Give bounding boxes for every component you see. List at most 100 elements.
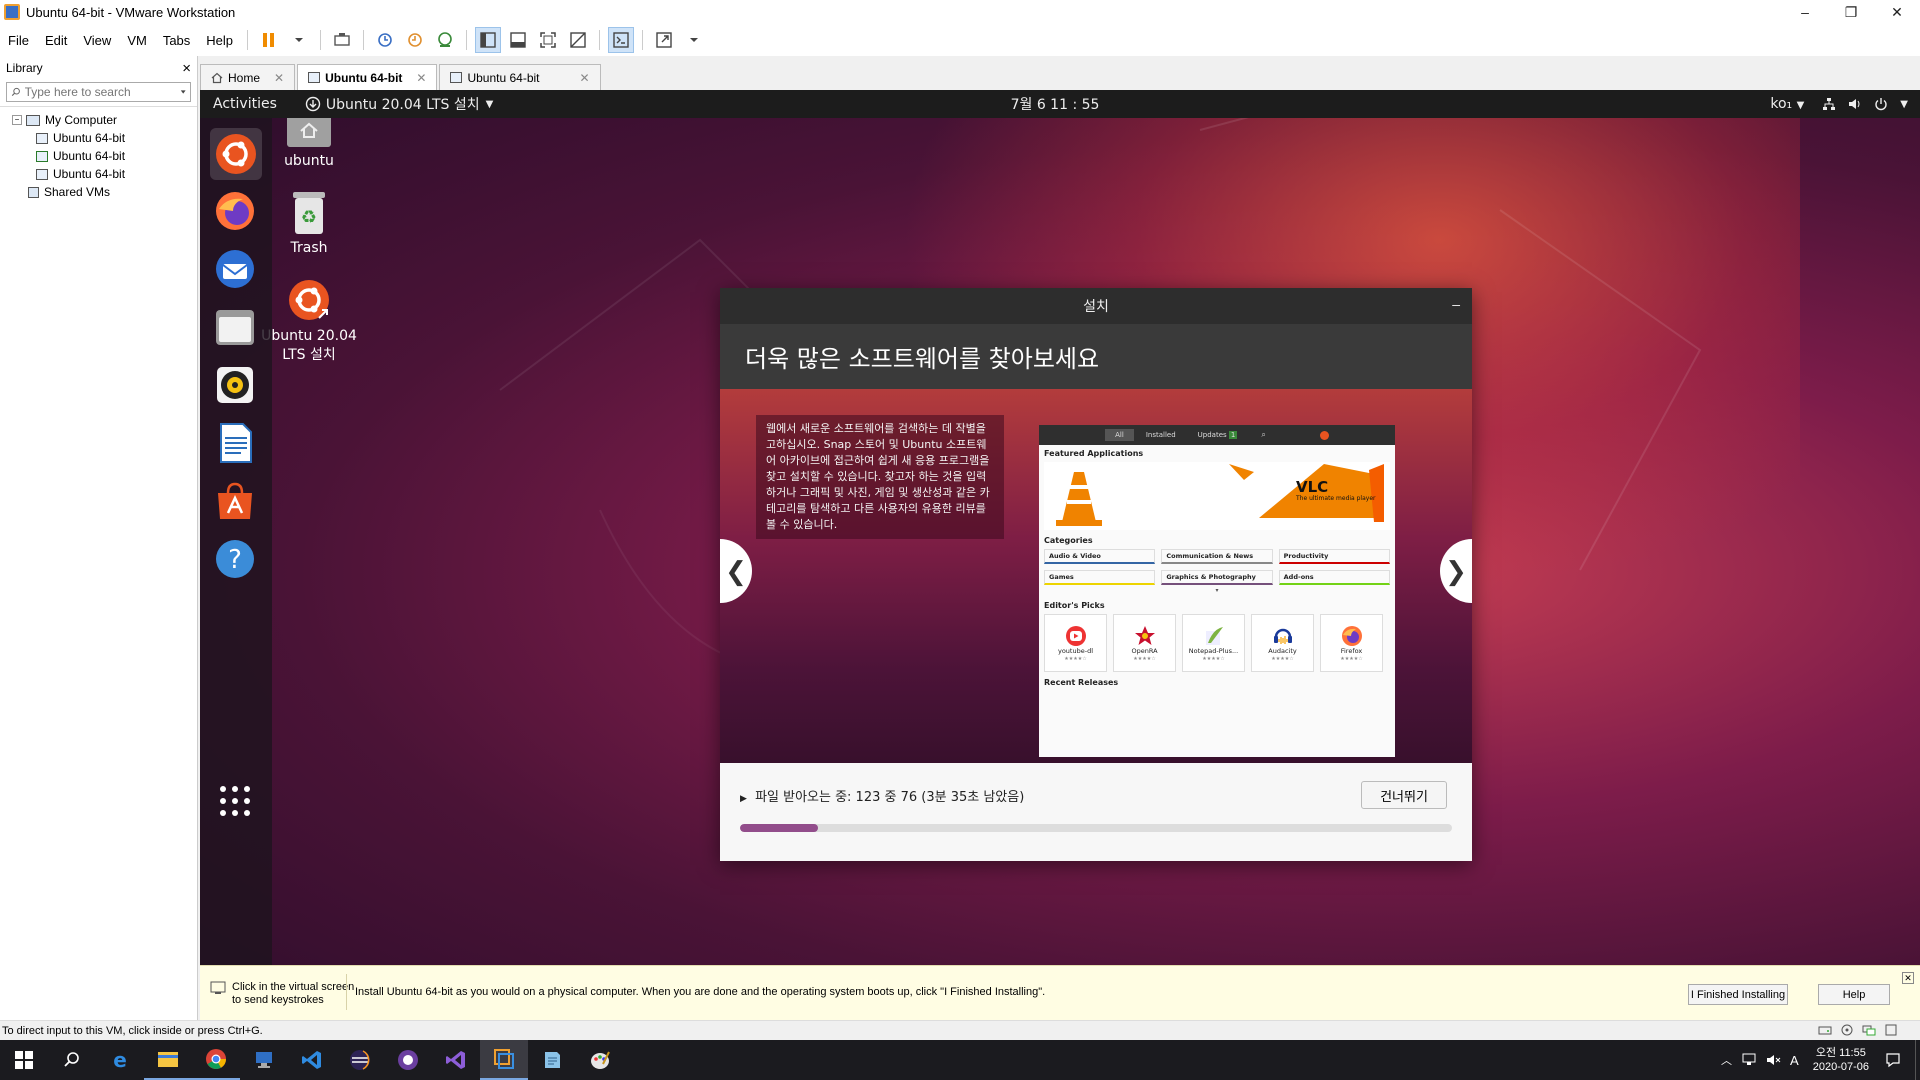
vmware-icon (494, 1049, 514, 1069)
menu-view[interactable]: View (75, 33, 119, 48)
taskbar-remote-desktop[interactable] (240, 1040, 288, 1080)
app-menu[interactable]: Ubuntu 20.04 LTS 설치 ▼ (305, 94, 493, 114)
restore-button[interactable]: ❐ (1828, 0, 1874, 24)
library-search[interactable] (6, 82, 191, 102)
slide-next-button[interactable]: ❯ (1440, 539, 1472, 603)
download-status[interactable]: ▶ 파일 받아오는 중: 123 중 76 (3분 35초 남았음) (740, 786, 1024, 805)
unity-button[interactable] (565, 27, 591, 53)
tree-item-my-computer[interactable]: − My Computer (0, 111, 197, 129)
network-adapter-icon[interactable] (1862, 1024, 1876, 1036)
tab-home[interactable]: Home ✕ (200, 64, 296, 90)
taskbar-vscode[interactable] (288, 1040, 336, 1080)
network-wired-icon (1823, 98, 1836, 110)
taskbar-screen-recorder[interactable] (384, 1040, 432, 1080)
system-tray: ︿ A 오전 11:55 2020-07-06 (1721, 1040, 1920, 1080)
menu-edit[interactable]: Edit (37, 33, 75, 48)
help-button[interactable]: Help (1818, 984, 1890, 1005)
download-progress-bar (740, 824, 1452, 832)
dock-files[interactable] (210, 302, 260, 352)
taskbar-paint[interactable] (576, 1040, 624, 1080)
taskbar-notepad[interactable] (528, 1040, 576, 1080)
dock-writer[interactable] (210, 418, 260, 468)
power-dropdown-button[interactable] (286, 27, 312, 53)
status-bar: To direct input to this VM, click inside… (0, 1020, 1920, 1040)
send-ctrl-alt-del-button[interactable] (329, 27, 355, 53)
full-screen-button[interactable] (535, 27, 561, 53)
close-button[interactable]: ✕ (1874, 0, 1920, 24)
finished-installing-button[interactable]: I Finished Installing (1688, 984, 1788, 1005)
tray-overflow-icon[interactable]: ︿ (1721, 1052, 1732, 1068)
library-close-button[interactable]: × (182, 60, 191, 77)
start-button[interactable] (0, 1040, 48, 1080)
hint-close-button[interactable]: ✕ (1902, 972, 1914, 984)
taskbar-clock[interactable]: 오전 11:55 2020-07-06 (1813, 1046, 1869, 1074)
dock-installer[interactable] (210, 128, 262, 180)
snapshot-manager-button[interactable] (432, 27, 458, 53)
volume-muted-icon[interactable] (1766, 1053, 1782, 1067)
input-method-indicator[interactable]: ko₁ ▼ (1770, 96, 1804, 112)
tree-item-vm[interactable]: Ubuntu 64-bit (0, 165, 197, 183)
menu-file[interactable]: File (0, 33, 37, 48)
vm-screen[interactable]: Activities Ubuntu 20.04 LTS 설치 ▼ 7월 6 11… (200, 90, 1920, 965)
thumbnail-bar-button[interactable] (505, 27, 531, 53)
taskbar-edge[interactable]: e (96, 1040, 144, 1080)
tree-label: Shared VMs (44, 185, 111, 199)
gnome-clock[interactable]: 7월 6 11 : 55 (1011, 94, 1100, 114)
dock-thunderbird[interactable] (210, 244, 260, 294)
collapse-icon[interactable]: − (12, 115, 22, 125)
message-log-icon[interactable] (1884, 1024, 1898, 1036)
dock-show-applications[interactable] (210, 776, 260, 826)
tree-item-shared-vms[interactable]: Shared VMs (0, 183, 197, 201)
tab-ubuntu-active[interactable]: Ubuntu 64-bit ✕ (297, 64, 438, 90)
stretch-guest-button[interactable] (651, 27, 677, 53)
status-menu[interactable]: ▼ (1822, 97, 1908, 111)
activities-button[interactable]: Activities (213, 96, 277, 112)
slide-prev-button[interactable]: ❮ (720, 539, 752, 603)
show-library-button[interactable] (475, 27, 502, 53)
taskbar-vmware[interactable] (480, 1040, 528, 1080)
taskbar-chrome[interactable] (192, 1040, 240, 1080)
skip-button[interactable]: 건너뛰기 (1361, 781, 1447, 809)
console-view-button[interactable] (608, 27, 635, 53)
taskbar-time: 오전 11:55 (1815, 1047, 1866, 1059)
taskbar-eclipse[interactable] (336, 1040, 384, 1080)
tab-close-icon[interactable]: ✕ (580, 71, 590, 85)
chevron-down-icon: ▼ (1900, 98, 1908, 110)
expander-arrow-icon[interactable]: ▶ (740, 794, 747, 804)
network-icon[interactable] (1742, 1053, 1758, 1067)
dock-software[interactable] (210, 476, 260, 526)
cd-rom-icon[interactable] (1840, 1024, 1854, 1036)
revert-snapshot-button[interactable] (402, 27, 428, 53)
tree-item-vm[interactable]: Ubuntu 64-bit (0, 147, 197, 165)
search-button[interactable] (48, 1040, 96, 1080)
tab-close-icon[interactable]: ✕ (416, 71, 426, 85)
notification-icon[interactable] (1885, 1052, 1901, 1068)
dock-firefox[interactable] (210, 186, 260, 236)
hard-disk-icon[interactable] (1818, 1024, 1832, 1036)
taskbar-file-explorer[interactable] (144, 1040, 192, 1080)
home-icon (211, 72, 223, 83)
sw-tab-bar: All Installed Updates 1 ⌕ (1039, 425, 1395, 445)
snapshot-button[interactable] (372, 27, 398, 53)
tab-ubuntu[interactable]: Ubuntu 64-bit ✕ (439, 64, 601, 90)
installer-minimize-button[interactable]: – (1452, 296, 1460, 312)
search-icon (11, 87, 20, 96)
show-desktop-button[interactable] (1915, 1040, 1920, 1080)
menu-tabs[interactable]: Tabs (155, 33, 198, 48)
chevron-down-icon[interactable] (180, 88, 186, 96)
tree-item-vm[interactable]: Ubuntu 64-bit (0, 129, 197, 147)
stretch-dropdown-button[interactable] (681, 27, 707, 53)
menu-vm[interactable]: VM (119, 33, 155, 48)
menu-help[interactable]: Help (198, 33, 241, 48)
tab-close-icon[interactable]: ✕ (274, 71, 284, 85)
ime-indicator[interactable]: A (1790, 1053, 1799, 1068)
device-icons (1818, 1024, 1898, 1036)
dock-help[interactable]: ? (210, 534, 260, 584)
library-search-input[interactable] (24, 85, 180, 99)
tree-label: My Computer (45, 113, 118, 127)
minimize-button[interactable]: – (1782, 0, 1828, 24)
suspend-button[interactable] (256, 27, 282, 53)
power-icon (1875, 98, 1887, 111)
taskbar-visual-studio[interactable] (432, 1040, 480, 1080)
dock-rhythmbox[interactable] (210, 360, 260, 410)
